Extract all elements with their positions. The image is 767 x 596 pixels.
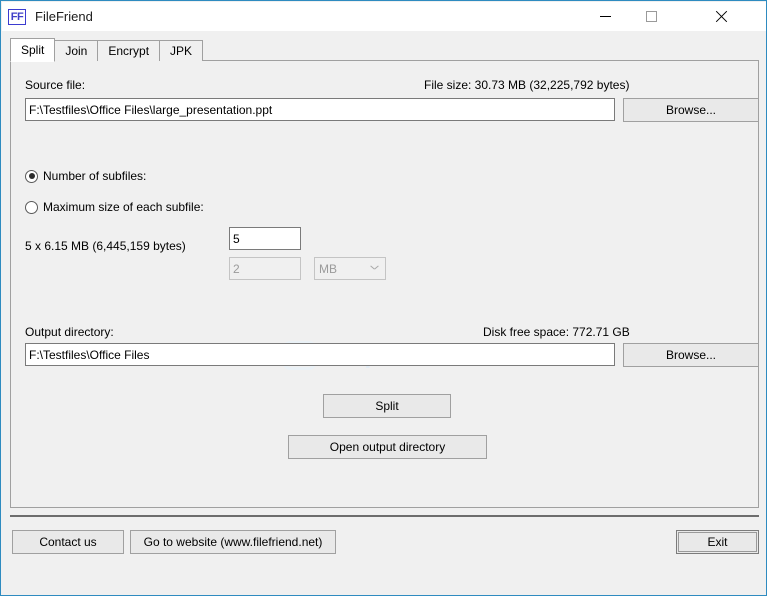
go-to-website-button[interactable]: Go to website (www.filefriend.net) bbox=[130, 530, 336, 554]
footer-bar: Contact us Go to website (www.filefriend… bbox=[1, 517, 766, 595]
output-directory-label: Output directory: bbox=[25, 325, 114, 339]
title-bar: FF FileFriend bbox=[2, 2, 766, 31]
tab-jpk[interactable]: JPK bbox=[159, 40, 204, 61]
file-size-text: File size: 30.73 MB (32,225,792 bytes) bbox=[424, 78, 630, 92]
disk-free-space-text: Disk free space: 772.71 GB bbox=[483, 325, 630, 339]
size-unit-value: MB bbox=[319, 261, 337, 276]
size-unit-select[interactable]: MB bbox=[314, 257, 386, 280]
close-icon bbox=[715, 10, 728, 23]
maximum-size-label: Maximum size of each subfile: bbox=[43, 200, 204, 214]
app-window: FF FileFriend Split Join Encrypt JPK S S… bbox=[0, 0, 767, 596]
chevron-down-icon bbox=[371, 267, 378, 271]
split-button[interactable]: Split bbox=[323, 394, 451, 418]
number-of-subfiles-label: Number of subfiles: bbox=[43, 169, 147, 183]
tab-strip: Split Join Encrypt JPK bbox=[10, 38, 204, 62]
split-tab-panel: S SnapFiles Source file: File size: 30.7… bbox=[10, 60, 759, 508]
contact-us-button[interactable]: Contact us bbox=[12, 530, 124, 554]
number-of-subfiles-input[interactable] bbox=[229, 227, 301, 250]
window-title: FileFriend bbox=[35, 9, 93, 24]
maximum-size-radio[interactable]: Maximum size of each subfile: bbox=[25, 200, 204, 214]
output-browse-button[interactable]: Browse... bbox=[623, 343, 759, 367]
maximize-icon bbox=[645, 11, 657, 22]
maximize-button[interactable] bbox=[628, 2, 674, 31]
source-file-input[interactable] bbox=[25, 98, 615, 121]
source-browse-button[interactable]: Browse... bbox=[623, 98, 759, 122]
minimize-button[interactable] bbox=[582, 2, 628, 31]
app-icon: FF bbox=[8, 8, 26, 25]
close-button[interactable] bbox=[698, 2, 744, 31]
minimize-icon bbox=[599, 16, 611, 17]
tab-encrypt[interactable]: Encrypt bbox=[97, 40, 161, 61]
split-result-summary: 5 x 6.15 MB (6,445,159 bytes) bbox=[25, 239, 186, 253]
radio-selected-icon bbox=[25, 169, 38, 183]
open-output-directory-button[interactable]: Open output directory bbox=[288, 435, 487, 459]
source-file-label: Source file: bbox=[25, 78, 86, 92]
radio-unselected-icon bbox=[25, 200, 38, 214]
maximum-size-input[interactable] bbox=[229, 257, 301, 280]
tab-split[interactable]: Split bbox=[10, 38, 56, 62]
output-directory-input[interactable] bbox=[25, 343, 615, 366]
number-of-subfiles-radio[interactable]: Number of subfiles: bbox=[25, 169, 146, 183]
tab-join[interactable]: Join bbox=[54, 40, 99, 61]
exit-button[interactable]: Exit bbox=[676, 530, 759, 554]
